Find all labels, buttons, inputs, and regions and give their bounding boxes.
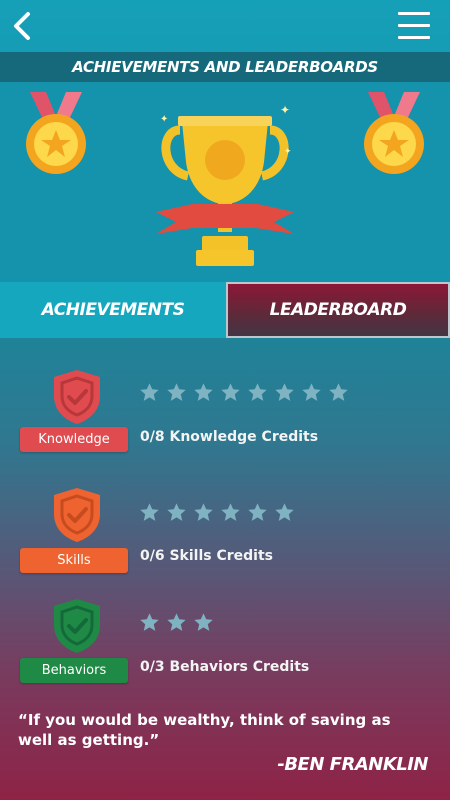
star-icon — [275, 503, 294, 521]
badge-knowledge: Knowledge — [20, 427, 128, 452]
shield-icon — [51, 368, 103, 426]
shield-icon — [51, 486, 103, 544]
shield-icon — [51, 597, 103, 655]
back-button[interactable] — [8, 10, 40, 42]
star-icon — [194, 613, 213, 631]
star-rating — [139, 382, 349, 403]
tab-leaderboard[interactable]: Leaderboard — [226, 282, 450, 338]
star-rating — [139, 612, 214, 633]
star-icon — [221, 503, 240, 521]
tab-bar: Achievements Leaderboard — [0, 282, 450, 338]
star-icon — [275, 383, 294, 401]
quote-author: -Ben Franklin — [277, 754, 428, 775]
chevron-left-icon — [14, 12, 30, 40]
menu-line — [398, 36, 430, 39]
svg-text:✦: ✦ — [280, 103, 290, 117]
menu-line — [398, 12, 430, 15]
svg-text:✦: ✦ — [284, 147, 292, 157]
star-icon — [248, 383, 267, 401]
star-icon — [140, 613, 159, 631]
star-icon — [140, 383, 159, 401]
trophy-icon: ✦ ✦ ✦ — [156, 103, 294, 266]
menu-line — [398, 24, 430, 27]
tab-achievements[interactable]: Achievements — [0, 282, 226, 338]
star-icon — [140, 503, 159, 521]
star-icon — [194, 383, 213, 401]
star-icon — [194, 503, 213, 521]
top-bar — [0, 0, 450, 52]
star-rating — [139, 502, 295, 523]
badge-behaviors: Behaviors — [20, 658, 128, 683]
star-icon — [329, 383, 348, 401]
credits-text: 0/3 Behaviors Credits — [140, 659, 310, 675]
medal-icon — [364, 92, 424, 174]
hamburger-menu-icon[interactable] — [398, 12, 430, 40]
svg-text:✦: ✦ — [160, 114, 168, 125]
star-icon — [221, 383, 240, 401]
badge-skills: Skills — [20, 548, 128, 573]
hero-banner: ✦ ✦ ✦ — [0, 82, 450, 282]
credits-text: 0/6 Skills Credits — [140, 548, 273, 564]
star-icon — [302, 383, 321, 401]
quote-text: “If you would be wealthy, think of savin… — [18, 711, 391, 749]
star-icon — [167, 503, 186, 521]
medal-icon — [26, 92, 86, 174]
page-title: Achievements and Leaderboards — [72, 58, 378, 76]
page-title-bar: Achievements and Leaderboards — [0, 52, 450, 82]
star-icon — [167, 383, 186, 401]
star-icon — [167, 613, 186, 631]
star-icon — [248, 503, 267, 521]
credits-text: 0/8 Knowledge Credits — [140, 429, 319, 445]
